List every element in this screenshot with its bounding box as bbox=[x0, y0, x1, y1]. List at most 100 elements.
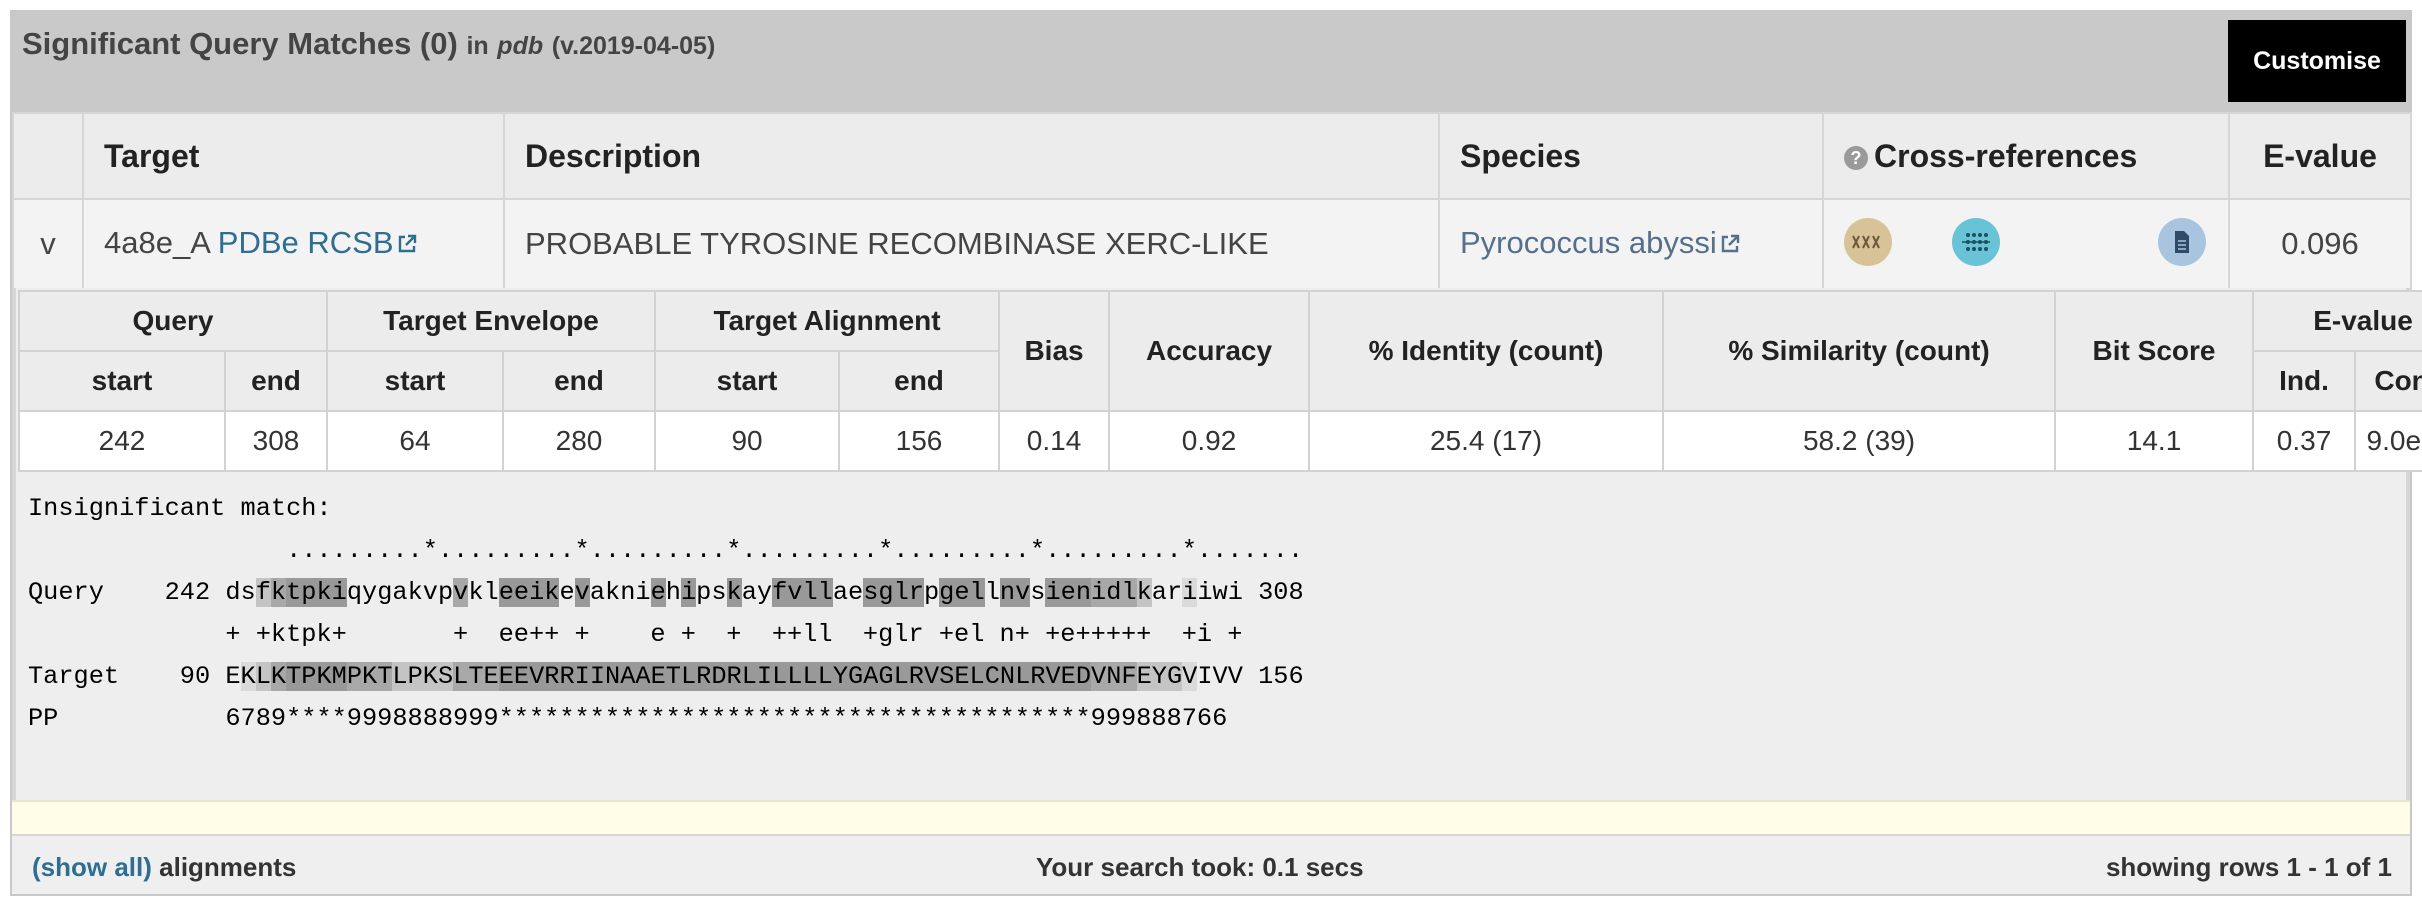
evalue-cell: 0.096 bbox=[2228, 198, 2412, 290]
title-text: Significant Query Matches (0) bbox=[22, 26, 458, 61]
residue: L bbox=[741, 662, 757, 691]
residue: R bbox=[1030, 662, 1046, 691]
document-icon[interactable] bbox=[2158, 218, 2206, 266]
residue: L bbox=[969, 662, 985, 691]
pdbe-link[interactable]: PDBe bbox=[218, 225, 299, 260]
residue: L bbox=[802, 662, 818, 691]
residue: p bbox=[923, 578, 940, 607]
domain-group-header-row: Query Target Envelope Target Alignment B… bbox=[18, 290, 2422, 412]
residue: k bbox=[726, 578, 742, 607]
bit-score-value: 14.1 bbox=[2054, 410, 2255, 472]
alignment-end-header: end bbox=[838, 350, 1001, 412]
rcsb-link[interactable]: RCSB bbox=[307, 225, 393, 260]
residue: K bbox=[362, 662, 378, 691]
species-link[interactable]: Pyrococcus abyssi bbox=[1460, 225, 1717, 260]
residue: R bbox=[544, 662, 560, 691]
residue: e bbox=[498, 578, 514, 607]
residue: l bbox=[984, 578, 1000, 607]
notice-bar bbox=[12, 800, 2410, 834]
residue: k bbox=[316, 578, 332, 607]
expand-toggle[interactable]: v bbox=[12, 198, 84, 290]
residue: d bbox=[225, 578, 241, 607]
residue: V bbox=[1212, 662, 1228, 691]
residue: r bbox=[908, 578, 924, 607]
residue: k bbox=[407, 578, 423, 607]
posterior-probability-line: PP 6789****9998888999*******************… bbox=[28, 704, 1228, 733]
envelope-end-header: end bbox=[501, 350, 657, 412]
residue: K bbox=[270, 662, 287, 691]
residue: k bbox=[270, 578, 287, 607]
residue: v bbox=[422, 578, 438, 607]
target-column-header[interactable]: Target bbox=[82, 112, 505, 200]
residue: k bbox=[468, 578, 484, 607]
residue: D bbox=[711, 662, 727, 691]
database-version: (v.2019-04-05) bbox=[551, 32, 716, 60]
query-start-header: start bbox=[18, 350, 226, 412]
interpro-icon[interactable] bbox=[1952, 218, 2000, 266]
residue: n bbox=[1075, 578, 1092, 607]
alignments-toggle: (show all) alignments bbox=[32, 852, 296, 883]
bias-header: Bias bbox=[998, 290, 1111, 412]
residue: i bbox=[1227, 578, 1243, 607]
bit-score-header: Bit Score bbox=[2054, 290, 2255, 412]
residue: e bbox=[848, 578, 864, 607]
query-suffix: 308 bbox=[1242, 578, 1304, 607]
show-all-link[interactable]: (show all) bbox=[32, 852, 152, 882]
residue: R bbox=[696, 662, 712, 691]
residue: D bbox=[1075, 662, 1092, 691]
residue: S bbox=[939, 662, 955, 691]
residue: a bbox=[741, 578, 757, 607]
residue: v bbox=[574, 578, 590, 607]
residue: g bbox=[939, 578, 955, 607]
residue: h bbox=[665, 578, 681, 607]
query-line: Query 242 dsfktpkiqygakvpvkleeikevaknieh… bbox=[28, 572, 1304, 614]
residue: i bbox=[331, 578, 347, 607]
evalue-group-header: E-value bbox=[2252, 290, 2422, 352]
residue: t bbox=[286, 578, 302, 607]
residue: F bbox=[1121, 662, 1137, 691]
residue: a bbox=[589, 578, 606, 607]
residue: l bbox=[483, 578, 499, 607]
residue: P bbox=[346, 662, 363, 691]
residue: l bbox=[817, 578, 833, 607]
customise-button[interactable]: Customise bbox=[2228, 20, 2406, 102]
results-panel: Significant Query Matches (0) in pdb (v.… bbox=[10, 10, 2422, 896]
row-count: showing rows 1 - 1 of 1 bbox=[2105, 852, 2392, 882]
residue: N bbox=[1106, 662, 1122, 691]
evalue-ind-value: 0.37 bbox=[2252, 410, 2357, 472]
bias-value: 0.14 bbox=[998, 410, 1111, 472]
residue: I bbox=[589, 662, 606, 691]
residue: p bbox=[696, 578, 712, 607]
residue: E bbox=[498, 662, 514, 691]
results-header-row: Target Description Species ? Cross-refere… bbox=[12, 112, 2412, 200]
residue: L bbox=[817, 662, 833, 691]
help-icon[interactable]: ? bbox=[1844, 146, 1868, 171]
species-cell: Pyrococcus abyssi bbox=[1438, 198, 1824, 290]
residue: a bbox=[392, 578, 408, 607]
residue: e bbox=[650, 578, 666, 607]
residue: I bbox=[1197, 662, 1213, 691]
database-name: pdb bbox=[497, 32, 544, 60]
target-cell: 4a8e_A PDBe RCSB bbox=[82, 198, 505, 290]
cross-references-cell bbox=[1822, 198, 2230, 290]
results-table: Target Description Species ? Cross-refere… bbox=[12, 112, 2412, 290]
description-column-header[interactable]: Description bbox=[503, 112, 1440, 200]
residue: S bbox=[437, 662, 454, 691]
residue: e bbox=[559, 578, 575, 607]
residue: E bbox=[1136, 662, 1152, 691]
results-title: Significant Query Matches (0) in pdb (v.… bbox=[22, 26, 715, 62]
residue: E bbox=[954, 662, 970, 691]
residue: i bbox=[1045, 578, 1061, 607]
residue: Y bbox=[1151, 662, 1167, 691]
residue: L bbox=[1015, 662, 1031, 691]
residue: P bbox=[301, 662, 317, 691]
domain-row: 242 308 64 280 90 156 0.14 0.92 25.4 (17… bbox=[18, 410, 2422, 472]
residue: L bbox=[893, 662, 909, 691]
target-line: Target 90 EKLKTPKMPKTLPKSLTEEEVRRIINAAET… bbox=[28, 656, 1304, 698]
residue: l bbox=[802, 578, 818, 607]
pfam-icon[interactable] bbox=[1844, 218, 1892, 266]
residue: N bbox=[605, 662, 621, 691]
species-column-header[interactable]: Species bbox=[1438, 112, 1824, 200]
search-time: Your search took: 0.1 secs bbox=[1036, 852, 1364, 882]
evalue-column-header[interactable]: E-value bbox=[2228, 112, 2412, 200]
